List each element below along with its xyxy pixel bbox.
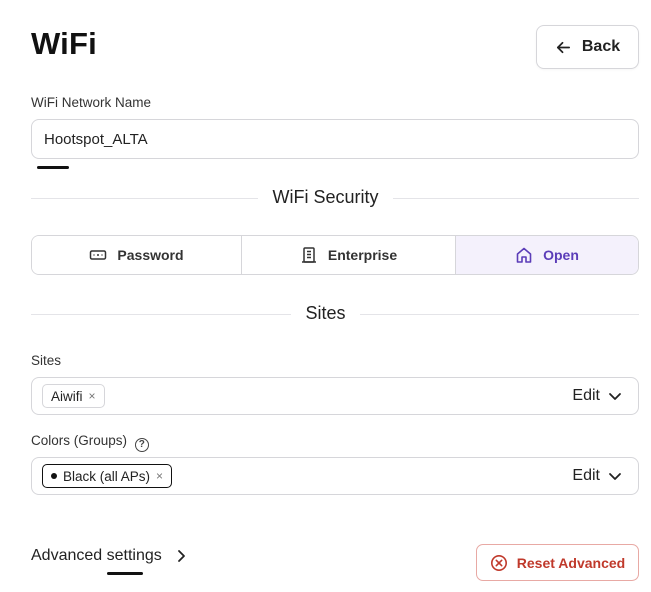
page-title: WiFi: [31, 26, 97, 61]
help-icon[interactable]: ?: [134, 437, 149, 452]
network-name-input[interactable]: [31, 119, 639, 159]
colors-select[interactable]: Black (all APs) × Edit: [31, 457, 639, 495]
back-button-label: Back: [581, 38, 621, 55]
input-focus-indicator: [37, 166, 69, 169]
advanced-focus-indicator: [107, 572, 143, 575]
security-option-password[interactable]: Password: [32, 236, 242, 274]
security-section-title: WiFi Security: [0, 187, 651, 208]
chip-remove-icon[interactable]: ×: [156, 469, 163, 483]
network-name-label: WiFi Network Name: [31, 95, 152, 110]
sites-select[interactable]: Aiwifi × Edit: [31, 377, 639, 415]
sites-label: Sites: [31, 353, 62, 368]
colors-edit-dropdown[interactable]: Edit: [572, 467, 622, 485]
chevron-down-icon: [609, 473, 621, 480]
arrow-left-icon: [556, 41, 570, 53]
security-option-label: Enterprise: [327, 247, 398, 263]
security-type-selector: Password Enterprise Open: [31, 235, 639, 275]
advanced-settings-toggle[interactable]: Advanced settings: [31, 547, 188, 565]
edit-label: Edit: [572, 467, 600, 484]
color-dot-icon: [51, 473, 57, 479]
chevron-right-icon: [177, 550, 185, 562]
chip-remove-icon[interactable]: ×: [89, 389, 96, 403]
back-button[interactable]: Back: [536, 25, 639, 69]
security-option-enterprise[interactable]: Enterprise: [242, 236, 456, 274]
color-group-chip: Black (all APs) ×: [42, 464, 173, 488]
security-option-label: Password: [117, 247, 184, 263]
building-icon: [301, 247, 316, 263]
security-option-label: Open: [543, 247, 579, 263]
home-icon: [516, 247, 532, 263]
edit-label: Edit: [572, 387, 600, 404]
color-group-chip-label: Black (all APs): [63, 468, 151, 484]
colors-label: Colors (Groups) ?: [31, 433, 149, 452]
chevron-down-icon: [609, 393, 621, 400]
wifi-settings-page: WiFi Back WiFi Network Name WiFi Securit…: [0, 0, 651, 592]
sites-section-title: Sites: [0, 303, 651, 324]
reset-advanced-button[interactable]: Reset Advanced: [476, 544, 639, 581]
site-chip: Aiwifi ×: [42, 384, 105, 408]
keyboard-icon: [90, 250, 107, 260]
reset-advanced-label: Reset Advanced: [516, 554, 626, 571]
advanced-settings-label: Advanced settings: [31, 547, 162, 564]
site-chip-label: Aiwifi: [51, 388, 83, 404]
circle-x-icon: [490, 554, 507, 571]
sites-edit-dropdown[interactable]: Edit: [572, 387, 622, 405]
security-option-open[interactable]: Open: [456, 236, 638, 274]
